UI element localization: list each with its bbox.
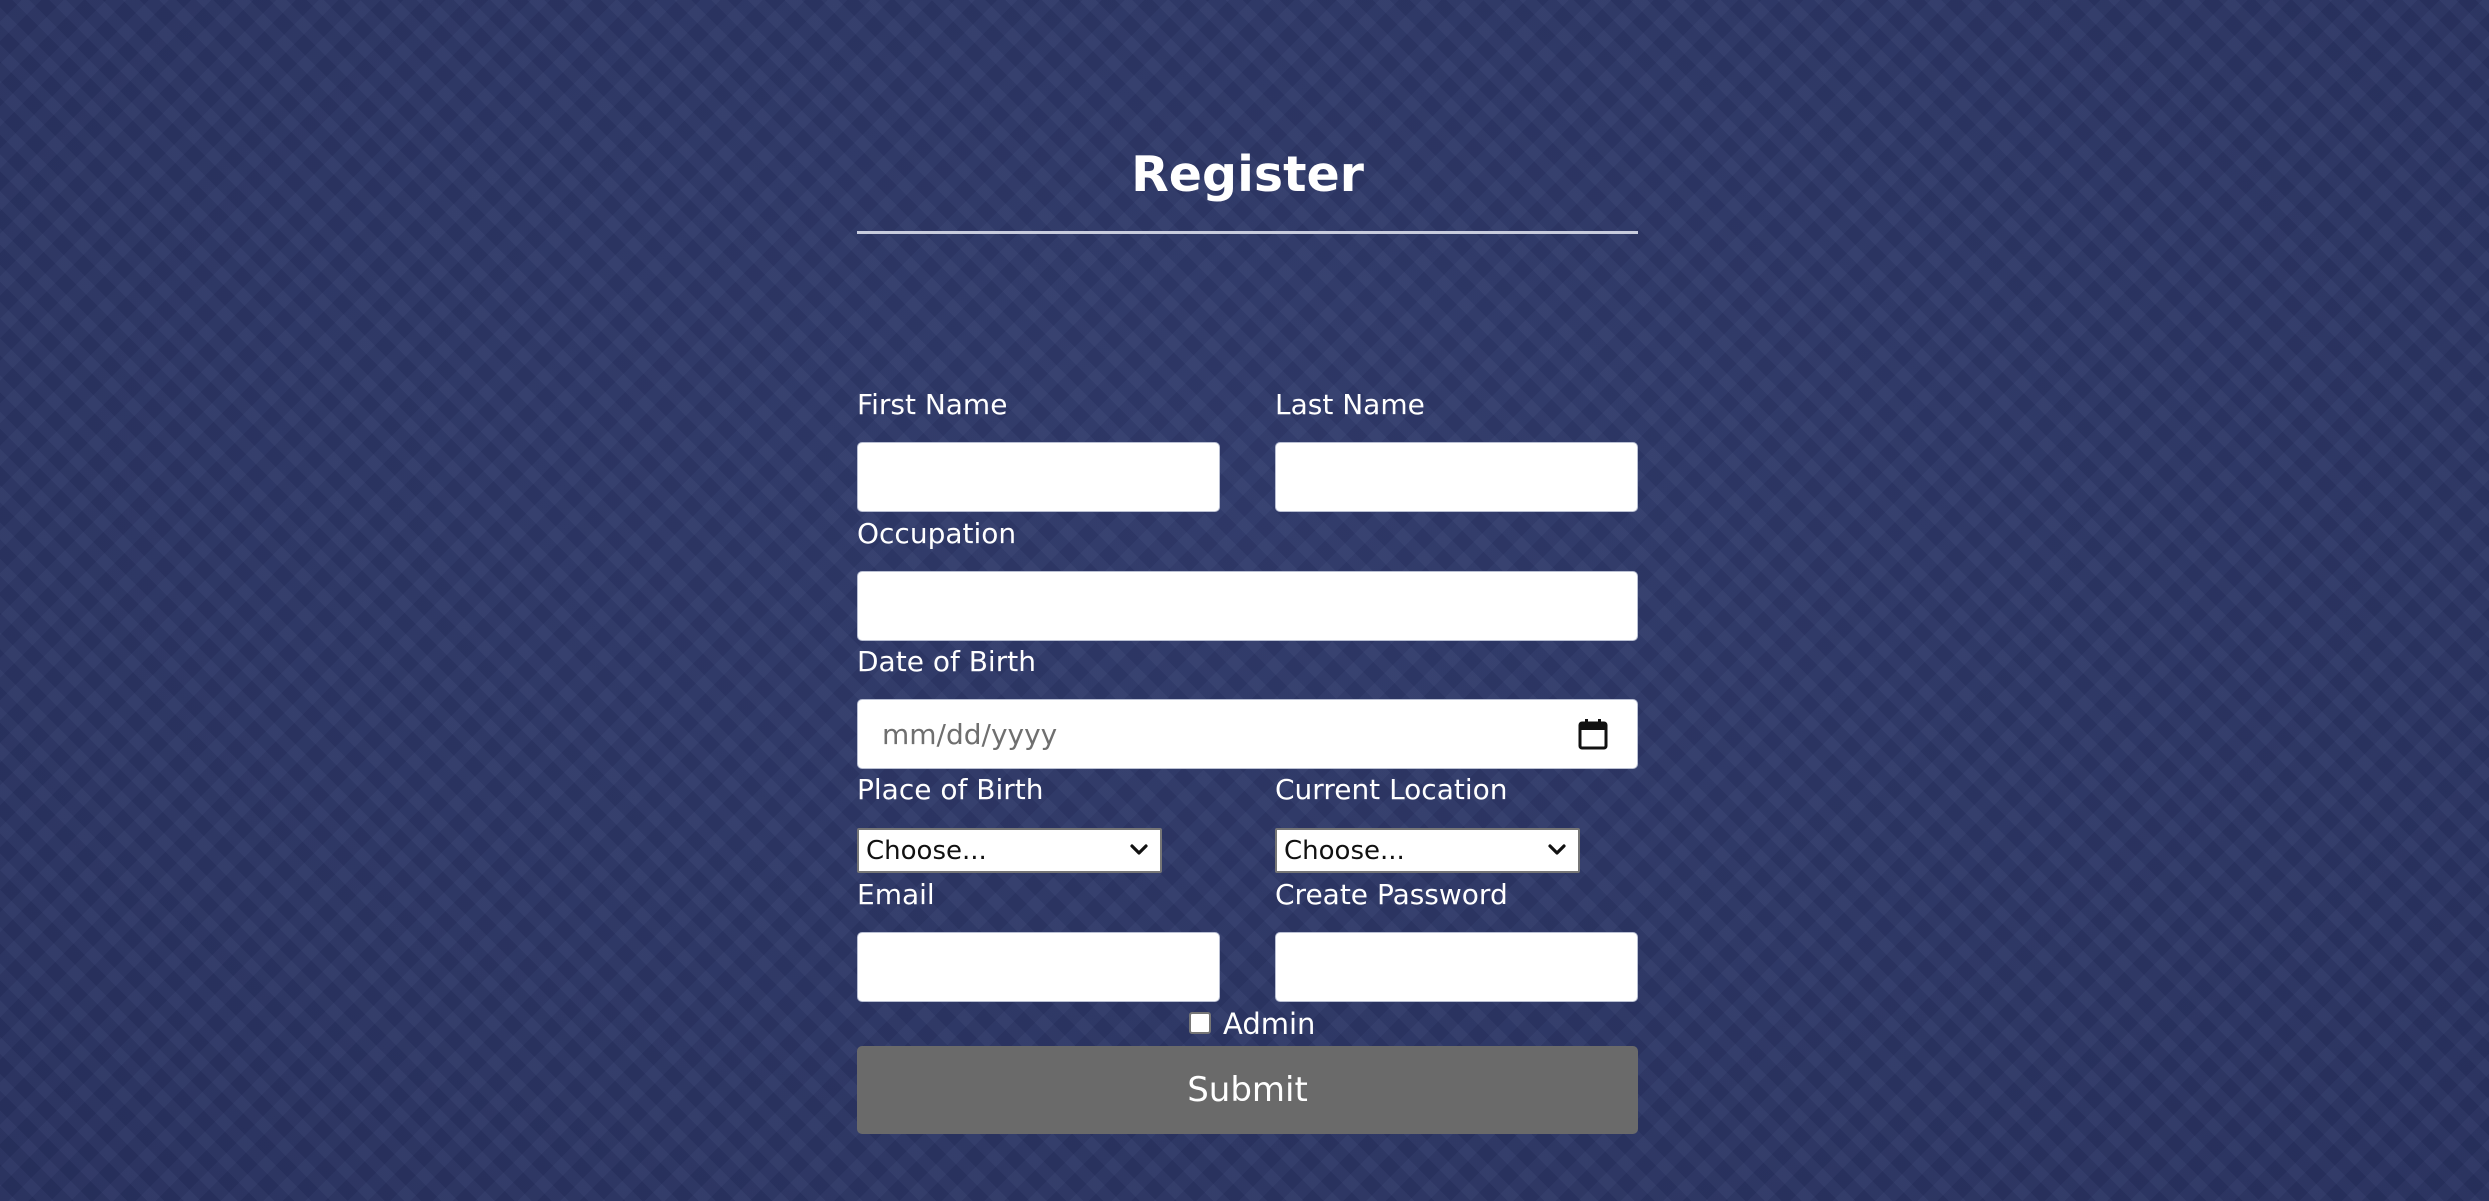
create-password-label: Create Password bbox=[1275, 878, 1508, 911]
last-name-label: Last Name bbox=[1275, 388, 1425, 421]
create-password-field[interactable] bbox=[1275, 932, 1638, 1002]
date-of-birth-label: Date of Birth bbox=[857, 645, 1036, 678]
calendar-icon[interactable] bbox=[1578, 718, 1608, 750]
current-location-selected: Choose... bbox=[1284, 836, 1405, 866]
occupation-input[interactable] bbox=[857, 571, 1638, 641]
register-form: Register First Name Last Name Occupation… bbox=[857, 0, 1638, 1201]
first-name-label: First Name bbox=[857, 388, 1008, 421]
title-divider bbox=[857, 231, 1638, 234]
current-location-select[interactable]: Choose... bbox=[1275, 828, 1580, 873]
place-of-birth-selected: Choose... bbox=[866, 836, 987, 866]
email-label: Email bbox=[857, 878, 935, 911]
date-of-birth-placeholder: mm/dd/yyyy bbox=[882, 718, 1058, 751]
last-name-input[interactable] bbox=[1275, 442, 1638, 512]
page-title: Register bbox=[1131, 146, 1364, 203]
chevron-down-icon bbox=[1548, 844, 1566, 855]
email-field[interactable] bbox=[857, 932, 1220, 1002]
occupation-label: Occupation bbox=[857, 517, 1017, 550]
current-location-label: Current Location bbox=[1275, 773, 1508, 806]
admin-label[interactable]: Admin bbox=[1223, 1006, 1315, 1042]
place-of-birth-label: Place of Birth bbox=[857, 773, 1044, 806]
admin-option: Admin bbox=[857, 1004, 1638, 1044]
first-name-input[interactable] bbox=[857, 442, 1220, 512]
place-of-birth-select[interactable]: Choose... bbox=[857, 828, 1162, 873]
submit-button[interactable]: Submit bbox=[857, 1046, 1638, 1134]
chevron-down-icon bbox=[1130, 844, 1148, 855]
date-of-birth-input[interactable]: mm/dd/yyyy bbox=[857, 699, 1638, 769]
admin-checkbox[interactable] bbox=[1189, 1012, 1211, 1034]
